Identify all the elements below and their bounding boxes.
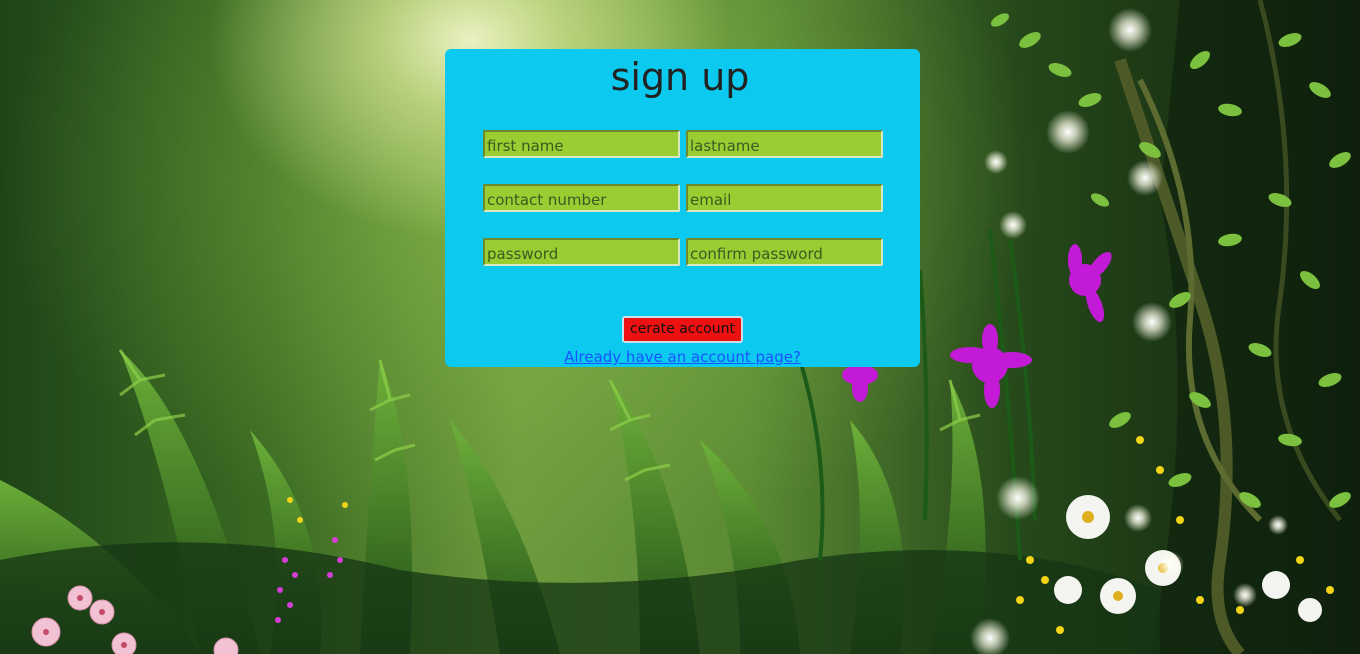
login-link[interactable]: Already have an account page? xyxy=(0,347,1360,367)
password-input[interactable]: password xyxy=(483,238,680,266)
lastname-input[interactable]: lastname xyxy=(686,130,883,158)
first-name-input[interactable]: first name xyxy=(483,130,680,158)
page-title: sign up xyxy=(610,55,750,99)
create-account-button[interactable]: cerate account xyxy=(622,316,743,343)
contact-number-input[interactable]: contact number xyxy=(483,184,680,212)
confirm-password-input[interactable]: confirm password xyxy=(686,238,883,266)
email-input[interactable]: email xyxy=(686,184,883,212)
